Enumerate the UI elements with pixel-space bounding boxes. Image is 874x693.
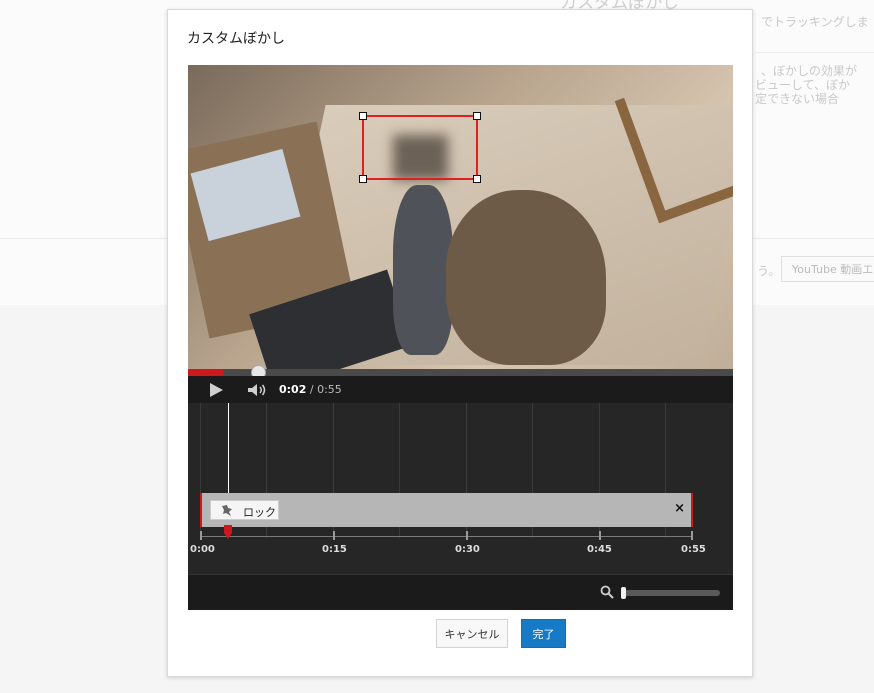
play-icon[interactable] bbox=[210, 383, 223, 397]
resize-handle-top-left[interactable] bbox=[359, 112, 367, 120]
lock-button[interactable]: ロック bbox=[210, 500, 279, 520]
blur-timeline[interactable]: ロック × 0:00 0:15 0:30 0:45 0:55 bbox=[188, 403, 733, 575]
zoom-slider[interactable] bbox=[621, 587, 720, 599]
background-text: 定できない場合 bbox=[755, 92, 840, 106]
video-frame[interactable] bbox=[188, 65, 733, 369]
blur-track-segment[interactable]: ロック × bbox=[200, 493, 693, 527]
resize-handle-bottom-left[interactable] bbox=[359, 175, 367, 183]
zoom-controls bbox=[188, 575, 733, 610]
ruler-tick bbox=[599, 531, 601, 540]
pin-icon bbox=[222, 505, 232, 516]
time-display: 0:02 / 0:55 bbox=[279, 383, 342, 396]
video-cat-tabby bbox=[446, 190, 606, 365]
time-separator: / bbox=[306, 383, 318, 396]
timeline-playhead bbox=[228, 403, 229, 493]
background-text: でトラッキングしま bbox=[761, 15, 869, 29]
current-time: 0:02 bbox=[279, 383, 307, 396]
video-progress-bar[interactable] bbox=[188, 365, 733, 380]
close-icon[interactable]: × bbox=[674, 501, 685, 516]
dialog-title: カスタムぼかし bbox=[187, 31, 285, 47]
tick-label: 0:15 bbox=[322, 544, 347, 555]
player-controls: 0:02 / 0:55 bbox=[188, 376, 733, 403]
ruler-tick bbox=[200, 531, 202, 540]
custom-blur-dialog: カスタムぼかし 0:02 / 0:55 ロック × 0:00 0:15 0:30… bbox=[167, 9, 753, 677]
done-button[interactable]: 完了 bbox=[521, 619, 566, 648]
duration: 0:55 bbox=[317, 383, 342, 396]
video-player: 0:02 / 0:55 ロック × 0:00 0:15 0:30 0:45 0:… bbox=[188, 65, 733, 610]
background-editor-button[interactable]: YouTube 動画エ bbox=[781, 256, 874, 282]
tick-label: 0:00 bbox=[190, 544, 215, 555]
background-text: う。 bbox=[757, 264, 781, 278]
background-divider bbox=[755, 52, 874, 53]
video-cat-gray bbox=[393, 185, 453, 355]
volume-icon[interactable] bbox=[247, 383, 267, 397]
blur-selection-box[interactable] bbox=[359, 112, 481, 183]
progress-fill bbox=[188, 369, 223, 376]
timeline-ruler bbox=[200, 536, 693, 537]
tick-label: 0:30 bbox=[455, 544, 480, 555]
tick-label: 0:55 bbox=[681, 544, 706, 555]
ruler-tick bbox=[691, 531, 693, 540]
playhead-marker-icon[interactable] bbox=[223, 525, 233, 539]
zoom-icon bbox=[600, 585, 614, 599]
resize-handle-bottom-right[interactable] bbox=[473, 175, 481, 183]
lock-button-label: ロック bbox=[243, 506, 276, 519]
zoom-slider-handle[interactable] bbox=[621, 587, 626, 599]
ruler-tick bbox=[466, 531, 468, 540]
cancel-button[interactable]: キャンセル bbox=[436, 619, 508, 648]
ruler-tick bbox=[333, 531, 335, 540]
resize-handle-top-right[interactable] bbox=[473, 112, 481, 120]
tick-label: 0:45 bbox=[587, 544, 612, 555]
